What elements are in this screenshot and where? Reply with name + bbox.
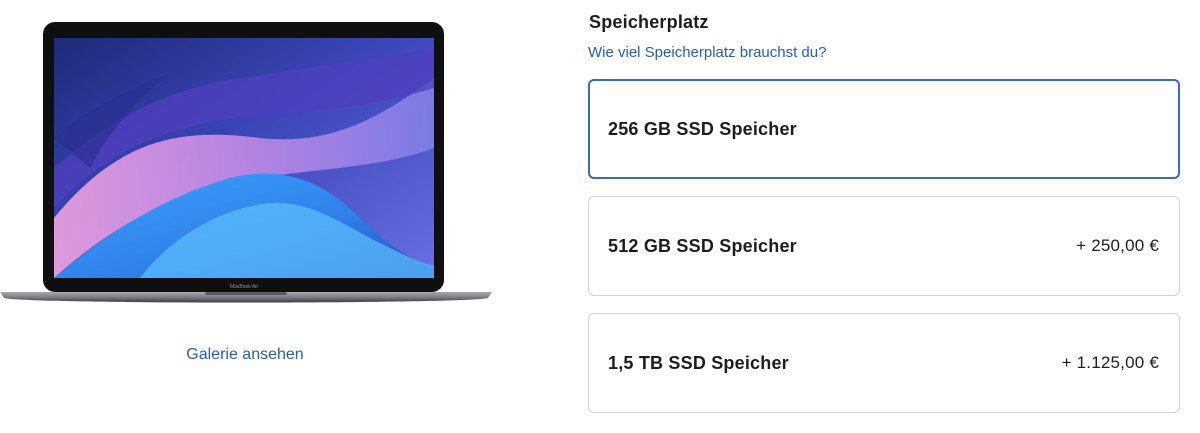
laptop-illustration: MacBook Air (0, 22, 492, 303)
storage-option-label: 512 GB SSD Speicher (608, 235, 797, 256)
storage-option-512gb[interactable]: 512 GB SSD Speicher + 250,00 € (588, 196, 1180, 296)
storage-option-price: + 250,00 € (1076, 236, 1159, 255)
storage-options: 256 GB SSD Speicher 512 GB SSD Speicher … (588, 79, 1180, 430)
gallery-link[interactable]: Galerie ansehen (0, 346, 490, 364)
product-config-page: MacBook Air Galerie ansehen Speicherplat… (0, 0, 1200, 433)
storage-option-1-5tb[interactable]: 1,5 TB SSD Speicher + 1.125,00 € (588, 313, 1180, 413)
storage-option-256gb[interactable]: 256 GB SSD Speicher (588, 79, 1180, 179)
storage-option-price: + 1.125,00 € (1061, 353, 1159, 372)
storage-option-label: 256 GB SSD Speicher (608, 118, 797, 139)
product-image-macbook: MacBook Air (0, 18, 492, 308)
storage-title: Speicherplatz (589, 12, 709, 32)
storage-option-label: 1,5 TB SSD Speicher (608, 352, 789, 373)
storage-help-link[interactable]: Wie viel Speicherplatz brauchst du? (588, 44, 826, 61)
screen-brand-label: MacBook Air (230, 284, 258, 290)
